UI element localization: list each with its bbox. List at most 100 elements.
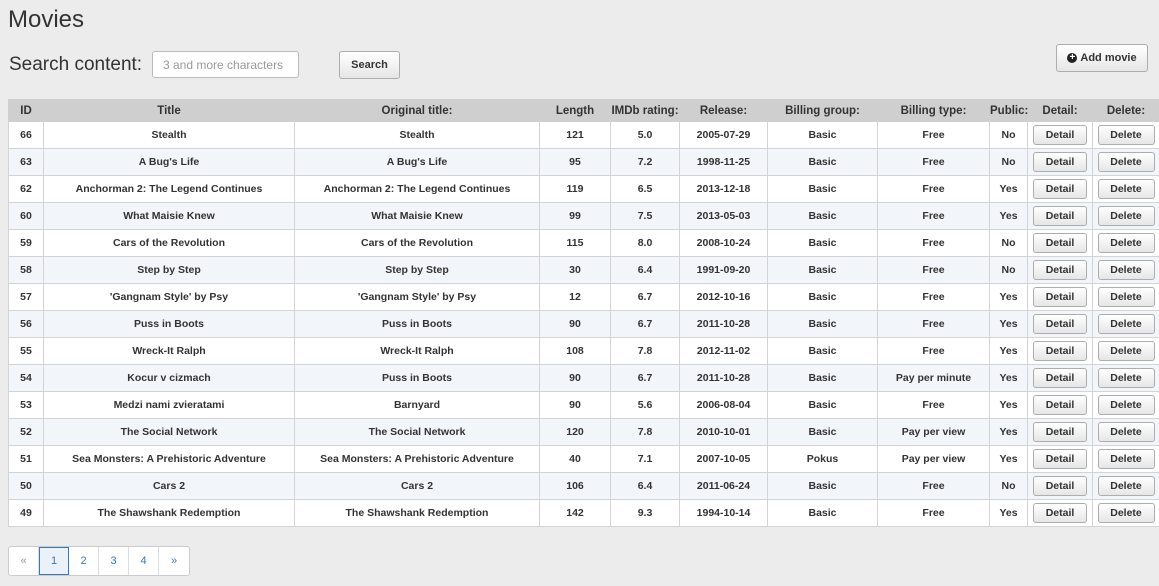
cell-original-title: Barnyard xyxy=(294,391,540,419)
cell-length: 90 xyxy=(539,310,611,338)
cell-release: 2012-10-16 xyxy=(679,283,768,311)
add-movie-button[interactable]: + Add movie xyxy=(1056,44,1148,72)
detail-button[interactable]: Detail xyxy=(1033,422,1087,442)
cell-billing-type: Free xyxy=(877,175,990,203)
cell-length: 90 xyxy=(539,364,611,392)
cell-length: 99 xyxy=(539,202,611,230)
pagination-next[interactable]: » xyxy=(159,547,189,575)
pagination-page-4[interactable]: 4 xyxy=(129,547,159,575)
cell-length: 142 xyxy=(539,499,611,527)
detail-button[interactable]: Detail xyxy=(1033,449,1087,469)
cell-delete: Delete xyxy=(1092,148,1159,176)
detail-button[interactable]: Detail xyxy=(1033,314,1087,334)
cell-billing-type: Free xyxy=(877,202,990,230)
cell-id: 59 xyxy=(8,229,44,257)
cell-imdb-rating: 5.0 xyxy=(610,121,680,149)
detail-button[interactable]: Detail xyxy=(1033,179,1087,199)
cell-delete: Delete xyxy=(1092,175,1159,203)
delete-button[interactable]: Delete xyxy=(1097,341,1155,361)
delete-button[interactable]: Delete xyxy=(1097,125,1155,145)
cell-title: Puss in Boots xyxy=(43,310,295,338)
cell-imdb-rating: 6.4 xyxy=(610,472,680,500)
detail-button[interactable]: Detail xyxy=(1033,341,1087,361)
detail-button[interactable]: Detail xyxy=(1033,287,1087,307)
cell-billing-type: Free xyxy=(877,499,990,527)
delete-button[interactable]: Delete xyxy=(1097,476,1155,496)
delete-button[interactable]: Delete xyxy=(1097,422,1155,442)
detail-button[interactable]: Detail xyxy=(1033,260,1087,280)
cell-length: 121 xyxy=(539,121,611,149)
search-input[interactable] xyxy=(152,51,299,78)
cell-title: The Social Network xyxy=(43,418,295,446)
delete-button[interactable]: Delete xyxy=(1097,260,1155,280)
pagination-page-3[interactable]: 3 xyxy=(99,547,129,575)
delete-button[interactable]: Delete xyxy=(1097,395,1155,415)
cell-delete: Delete xyxy=(1092,445,1159,473)
cell-delete: Delete xyxy=(1092,229,1159,257)
table-row: 66 Stealth Stealth 121 5.0 2005-07-29 Basic Fre… xyxy=(8,121,1159,149)
column-header: ID xyxy=(8,99,44,122)
detail-button[interactable]: Detail xyxy=(1033,503,1087,523)
cell-detail: Detail xyxy=(1027,202,1093,230)
cell-title: A Bug's Life xyxy=(43,148,295,176)
pagination-page-2[interactable]: 2 xyxy=(69,547,99,575)
cell-billing-type: Pay per view xyxy=(877,445,990,473)
cell-imdb-rating: 9.3 xyxy=(610,499,680,527)
cell-length: 108 xyxy=(539,337,611,365)
cell-title: What Maisie Knew xyxy=(43,202,295,230)
table-row: 54 Kocur v cizmach Puss in Boots 90 6.7 2011-… xyxy=(8,364,1159,392)
cell-public: No xyxy=(989,148,1028,176)
delete-button[interactable]: Delete xyxy=(1097,233,1155,253)
delete-button[interactable]: Delete xyxy=(1097,152,1155,172)
cell-imdb-rating: 6.7 xyxy=(610,310,680,338)
delete-button[interactable]: Delete xyxy=(1097,449,1155,469)
cell-public: No xyxy=(989,472,1028,500)
cell-public: Yes xyxy=(989,391,1028,419)
delete-button[interactable]: Delete xyxy=(1097,368,1155,388)
cell-billing-type: Pay per view xyxy=(877,418,990,446)
cell-original-title: Puss in Boots xyxy=(294,310,540,338)
detail-button[interactable]: Detail xyxy=(1033,476,1087,496)
column-header: Title xyxy=(43,99,295,122)
delete-button[interactable]: Delete xyxy=(1097,179,1155,199)
cell-id: 50 xyxy=(8,472,44,500)
cell-release: 1998-11-25 xyxy=(679,148,768,176)
delete-button[interactable]: Delete xyxy=(1097,503,1155,523)
cell-id: 49 xyxy=(8,499,44,527)
cell-imdb-rating: 6.7 xyxy=(610,283,680,311)
table-row: 52 The Social Network The Social Network 12… xyxy=(8,418,1159,446)
cell-original-title: A Bug's Life xyxy=(294,148,540,176)
cell-original-title: Wreck-It Ralph xyxy=(294,337,540,365)
cell-billing-group: Pokus xyxy=(767,445,878,473)
detail-button[interactable]: Detail xyxy=(1033,152,1087,172)
cell-original-title: Sea Monsters: A Prehistoric Adventure xyxy=(294,445,540,473)
cell-original-title: Puss in Boots xyxy=(294,364,540,392)
cell-title: Cars of the Revolution xyxy=(43,229,295,257)
table-row: 53 Medzi nami zvieratami Barnyard 90 5.6 2006… xyxy=(8,391,1159,419)
pagination-prev[interactable]: « xyxy=(9,547,39,575)
cell-billing-type: Free xyxy=(877,310,990,338)
delete-button[interactable]: Delete xyxy=(1097,287,1155,307)
cell-billing-group: Basic xyxy=(767,310,878,338)
detail-button[interactable]: Detail xyxy=(1033,206,1087,226)
cell-id: 55 xyxy=(8,337,44,365)
delete-button[interactable]: Delete xyxy=(1097,314,1155,334)
detail-button[interactable]: Detail xyxy=(1033,125,1087,145)
cell-delete: Delete xyxy=(1092,121,1159,149)
delete-button[interactable]: Delete xyxy=(1097,206,1155,226)
detail-button[interactable]: Detail xyxy=(1033,368,1087,388)
table-row: 60 What Maisie Knew What Maisie Knew 99 7.5 2… xyxy=(8,202,1159,230)
cell-original-title: The Shawshank Redemption xyxy=(294,499,540,527)
cell-release: 1991-09-20 xyxy=(679,256,768,284)
cell-release: 2013-12-18 xyxy=(679,175,768,203)
search-button[interactable]: Search xyxy=(339,51,400,79)
detail-button[interactable]: Detail xyxy=(1033,395,1087,415)
cell-billing-group: Basic xyxy=(767,337,878,365)
cell-length: 119 xyxy=(539,175,611,203)
pagination-page-1[interactable]: 1 xyxy=(39,547,69,575)
detail-button[interactable]: Detail xyxy=(1033,233,1087,253)
table-row: 59 Cars of the Revolution Cars of the Revo… xyxy=(8,229,1159,257)
cell-release: 2008-10-24 xyxy=(679,229,768,257)
cell-billing-type: Free xyxy=(877,256,990,284)
cell-public: Yes xyxy=(989,445,1028,473)
